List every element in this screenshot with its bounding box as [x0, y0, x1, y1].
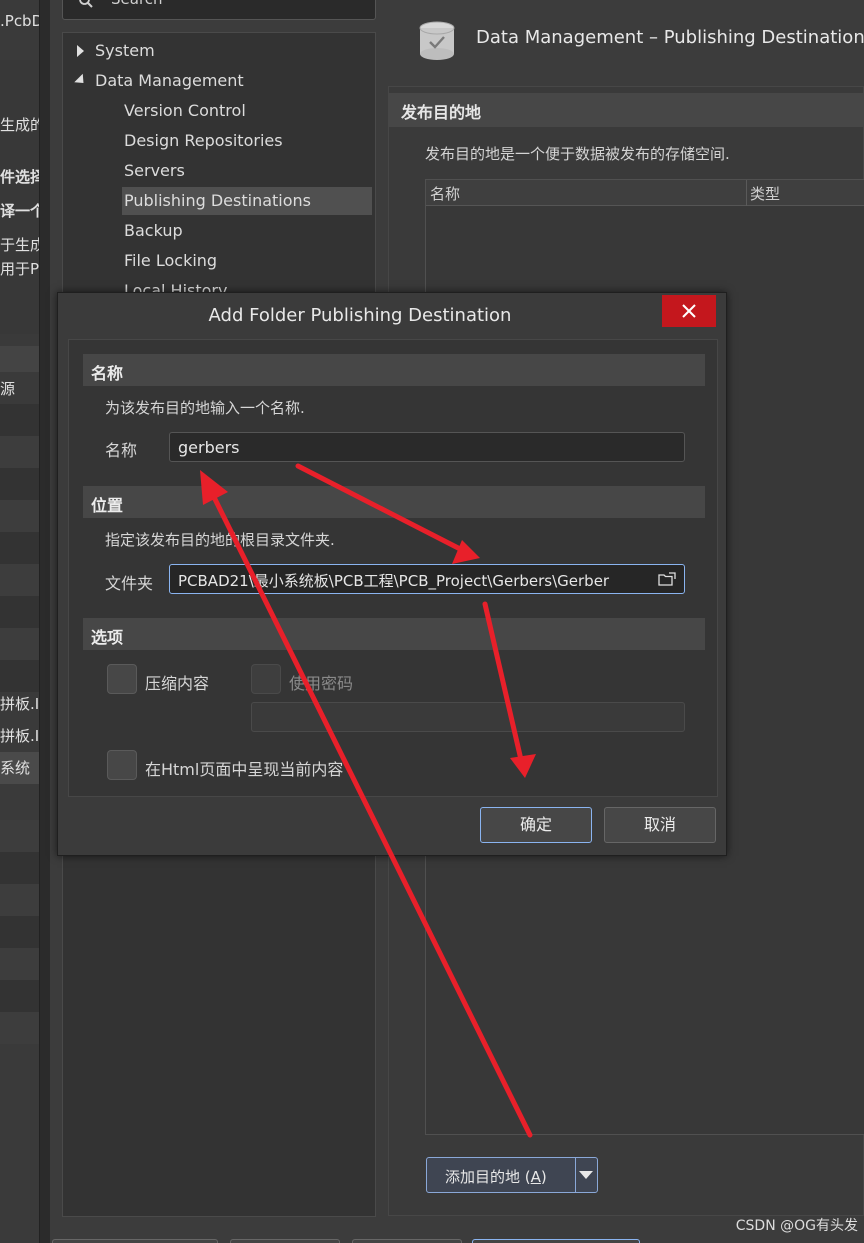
list-row[interactable]	[0, 500, 39, 532]
tree-item-system[interactable]: System	[95, 37, 155, 65]
database-check-icon	[419, 21, 455, 60]
column-separator[interactable]	[746, 180, 747, 206]
html-render-label: 在Html页面中呈现当前内容	[145, 760, 344, 779]
list-header	[0, 346, 39, 372]
name-section-title: 名称	[91, 364, 124, 383]
ok-button[interactable]: 确定	[480, 807, 592, 843]
fragment-text: .PcbD	[0, 12, 40, 30]
tree-item-data-management[interactable]: Data Management	[95, 67, 244, 95]
close-icon	[682, 304, 696, 318]
compress-label: 压缩内容	[145, 674, 210, 693]
add-label-accelerator: A	[530, 1168, 541, 1186]
list-row[interactable]	[0, 948, 39, 980]
bottom-button[interactable]	[352, 1239, 462, 1243]
folder-input[interactable]: PCBAD21\最小系统板\PCB工程\PCB_Project\Gerbers\…	[169, 564, 685, 594]
add-destination-label: 添加目的地 (A)	[445, 1166, 547, 1187]
location-section-title: 位置	[91, 496, 124, 515]
watermark: CSDN @OG有头发	[735, 1218, 858, 1234]
search-icon	[79, 0, 93, 8]
add-destination-button[interactable]: 添加目的地 (A)	[426, 1157, 598, 1193]
fragment-text: 件选择	[0, 168, 39, 186]
location-description: 指定该发布目的地的根目录文件夹.	[105, 531, 335, 549]
fragment-text: 于生成	[0, 236, 39, 254]
bottom-button[interactable]	[472, 1239, 640, 1243]
close-button[interactable]	[662, 295, 716, 327]
tree-item-file-locking[interactable]: File Locking	[124, 247, 217, 275]
list-row[interactable]	[0, 820, 39, 852]
search-placeholder: Search	[111, 0, 163, 8]
location-section-header: 位置	[83, 486, 705, 518]
folder-input-value: PCBAD21\最小系统板\PCB工程\PCB_Project\Gerbers\…	[178, 572, 610, 590]
content-header: Data Management – Publishing Destination…	[412, 18, 864, 64]
cancel-button[interactable]: 取消	[604, 807, 716, 843]
search-input[interactable]: Search	[62, 0, 376, 20]
tree-item-servers[interactable]: Servers	[124, 157, 185, 185]
password-input[interactable]	[251, 702, 685, 732]
column-header-name[interactable]: 名称	[430, 183, 460, 204]
panel-band	[0, 60, 39, 334]
use-password-label: 使用密码	[289, 674, 354, 693]
dialog-body: 名称 为该发布目的地输入一个名称. 名称 gerbers 位置 指定该发布目的地…	[68, 339, 718, 797]
list-row[interactable]	[0, 596, 39, 628]
list-row[interactable]	[0, 404, 39, 436]
fragment-text: 源	[0, 380, 16, 398]
folder-label: 文件夹	[105, 574, 154, 593]
background-window-strip: .PcbD 生成的 件选择 译一个 于生成 用于PC 源 拼板.I 拼板.I 系…	[0, 0, 40, 1243]
column-header-type[interactable]: 类型	[750, 183, 780, 204]
collapse-triangle-icon[interactable]	[74, 73, 88, 88]
list-row[interactable]	[0, 468, 39, 500]
name-section-header: 名称	[83, 354, 705, 386]
name-input-value: gerbers	[178, 438, 240, 457]
section-description: 发布目的地是一个便于数据被发布的存储空间.	[425, 145, 730, 163]
list-row[interactable]	[0, 916, 39, 948]
list-row[interactable]	[0, 628, 39, 660]
add-label-text: 添加目的地 (	[445, 1168, 531, 1186]
use-password-checkbox[interactable]	[251, 664, 281, 694]
dialog-titlebar[interactable]: Add Folder Publishing Destination	[58, 293, 726, 337]
name-description: 为该发布目的地输入一个名称.	[105, 399, 305, 417]
bottom-button[interactable]	[230, 1239, 340, 1243]
split-divider	[575, 1158, 576, 1192]
name-input[interactable]: gerbers	[169, 432, 685, 462]
fragment-text: 系统	[0, 759, 31, 777]
fragment-text: 拼板.I	[0, 727, 40, 745]
add-folder-dialog: Add Folder Publishing Destination 名称 为该发…	[57, 292, 727, 856]
html-render-checkbox[interactable]	[107, 750, 137, 780]
list-row[interactable]	[0, 1012, 39, 1044]
section-header: 发布目的地	[389, 93, 864, 127]
tree-item-design-repositories[interactable]: Design Repositories	[124, 127, 283, 155]
list-row[interactable]	[0, 660, 39, 692]
list-row[interactable]	[0, 532, 39, 564]
tree-item-backup[interactable]: Backup	[124, 217, 183, 245]
table-header: 名称 类型	[426, 180, 864, 206]
list-row[interactable]	[0, 884, 39, 916]
list-row[interactable]	[0, 852, 39, 884]
tree-item-version-control[interactable]: Version Control	[124, 97, 246, 125]
list-row[interactable]	[0, 980, 39, 1012]
page-title: Data Management – Publishing Destination…	[476, 27, 864, 48]
fragment-text: 译一个	[0, 202, 39, 220]
tree-item-publishing-destinations[interactable]: Publishing Destinations	[122, 187, 372, 215]
list-row[interactable]	[0, 436, 39, 468]
add-label-close: )	[540, 1168, 547, 1186]
section-title: 发布目的地	[401, 103, 482, 122]
folder-browse-icon[interactable]	[658, 572, 676, 586]
list-row[interactable]	[0, 564, 39, 596]
fragment-text: 用于PC	[0, 260, 40, 278]
expand-triangle-icon[interactable]	[77, 45, 84, 57]
options-section-title: 选项	[91, 628, 124, 647]
name-label: 名称	[105, 441, 138, 460]
bottom-button[interactable]	[52, 1239, 218, 1243]
options-section-header: 选项	[83, 618, 705, 650]
fragment-text: 生成的	[0, 116, 39, 134]
compress-checkbox[interactable]	[107, 664, 137, 694]
dialog-title: Add Folder Publishing Destination	[208, 305, 512, 326]
fragment-text: 拼板.I	[0, 695, 40, 713]
dropdown-caret-icon[interactable]	[579, 1171, 593, 1179]
